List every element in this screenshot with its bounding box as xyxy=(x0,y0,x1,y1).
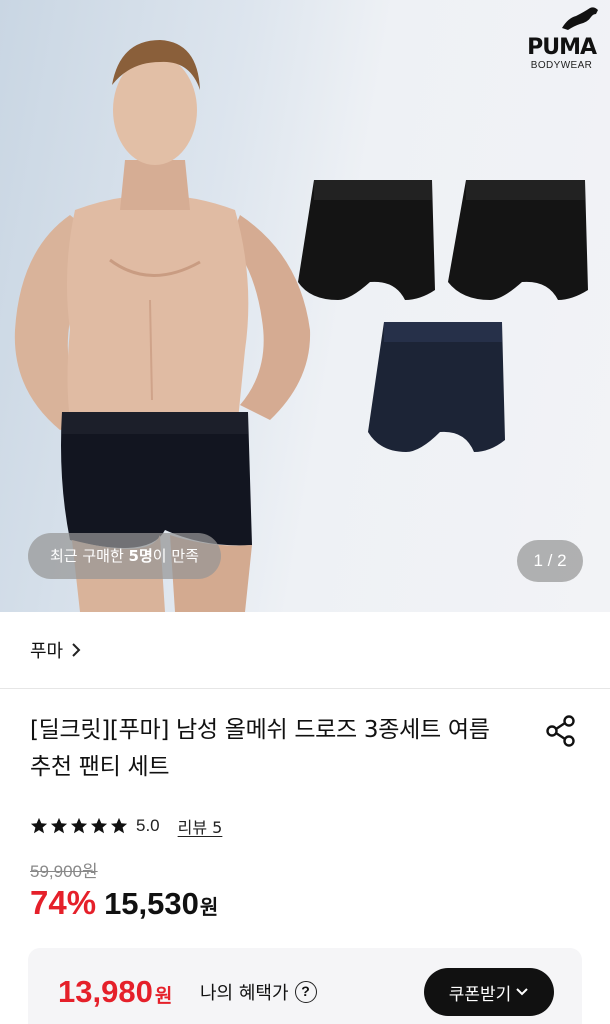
model-figure xyxy=(14,40,311,612)
brand-row: 푸마 xyxy=(0,612,610,689)
buyers-suffix: 이 만족 xyxy=(152,547,199,565)
product-photo xyxy=(14,40,588,612)
product-image-carousel[interactable]: PUMA BODYWEAR 최근 구매한 5명이 만족 1 / 2 xyxy=(0,0,610,612)
chevron-right-icon xyxy=(72,643,81,657)
rating-score: 5.0 xyxy=(136,816,160,835)
brand-logo-subtext: BODYWEAR xyxy=(530,60,593,71)
puma-cat-logo-icon xyxy=(562,7,598,31)
benefit-price-currency: 원 xyxy=(154,985,173,1007)
get-coupon-label: 쿠폰받기 xyxy=(448,984,512,1005)
rating-row: 5.0 리뷰 5 xyxy=(30,812,222,840)
product-title: [딜크릿][푸마] 남성 올메쉬 드로즈 3종세트 여름 추천 팬티 세트 xyxy=(30,717,490,780)
star-icon xyxy=(50,817,68,834)
my-benefit-price-box: 13,980 원 나의 혜택가 ? 쿠폰받기 xyxy=(28,948,582,1024)
benefit-label: 나의 혜택가 ? xyxy=(200,979,317,1005)
star-rating xyxy=(30,817,128,835)
sale-price-currency: 원 xyxy=(199,895,219,919)
buyers-count: 5명 xyxy=(128,547,153,565)
image-page-indicator: 1 / 2 xyxy=(517,540,583,582)
star-icon xyxy=(70,817,88,834)
original-price: 59,900원 xyxy=(30,862,98,881)
brand-link-label: 푸마 xyxy=(30,641,64,662)
sale-price: 15,530 xyxy=(104,886,199,921)
puma-bodywear-logo: PUMA BODYWEAR xyxy=(527,7,598,72)
question-circle-icon[interactable]: ? xyxy=(294,981,317,1003)
get-coupon-button[interactable]: 쿠폰받기 xyxy=(424,968,554,1016)
brand-logo-text: PUMA xyxy=(527,35,597,60)
briefs-black-1 xyxy=(298,180,435,300)
chevron-down-icon xyxy=(516,988,528,996)
star-icon xyxy=(110,817,128,834)
benefit-price: 13,980 원 xyxy=(58,974,172,1010)
review-count-link[interactable]: 리뷰 5 xyxy=(178,814,223,838)
brand-link[interactable]: 푸마 xyxy=(30,637,81,663)
benefit-label-text: 나의 혜택가 xyxy=(200,983,289,1004)
star-icon xyxy=(30,817,48,834)
briefs-black-2 xyxy=(448,180,588,300)
benefit-price-value: 13,980 xyxy=(58,974,153,1009)
recent-buyers-badge: 최근 구매한 5명이 만족 xyxy=(28,533,221,579)
star-icon xyxy=(90,817,108,834)
sale-price-row: 74% 15,530 원 xyxy=(30,884,218,922)
discount-rate: 74% xyxy=(30,884,97,921)
share-icon[interactable] xyxy=(544,714,578,748)
briefs-navy xyxy=(368,322,505,452)
buyers-prefix: 최근 구매한 xyxy=(50,547,129,565)
